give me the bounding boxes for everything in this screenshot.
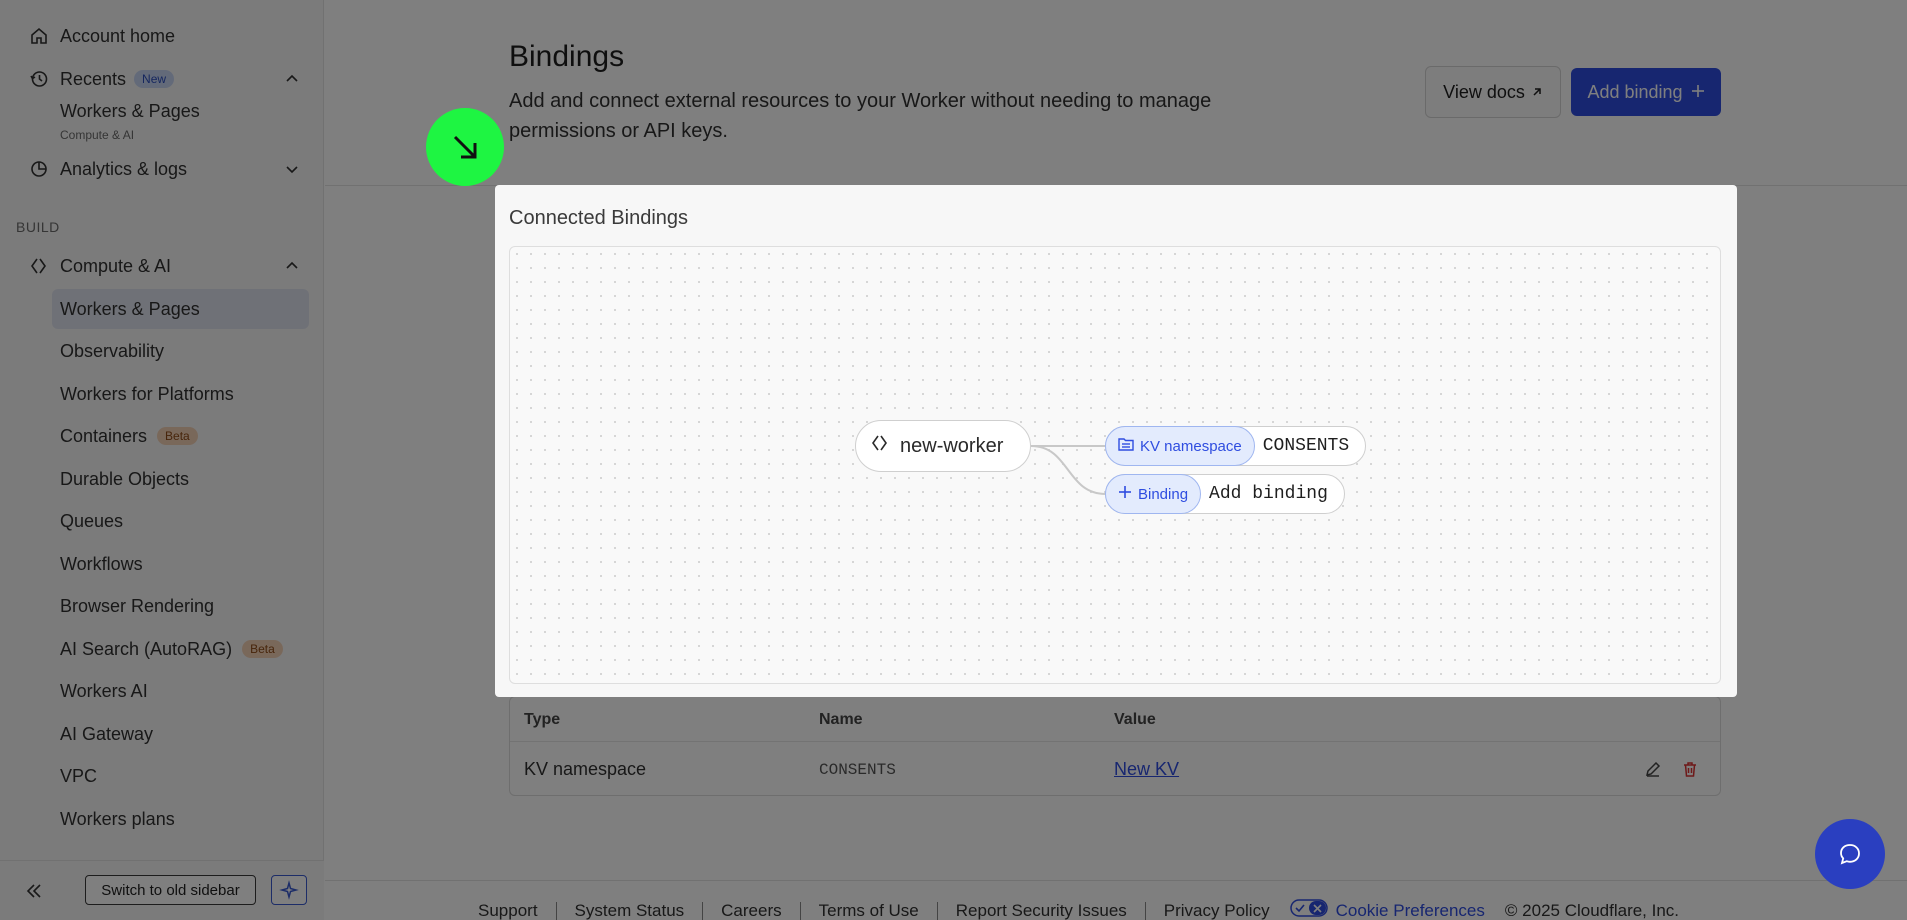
worker-node[interactable]: new-worker — [855, 420, 1031, 472]
binding-node-value: CONSENTS — [1262, 436, 1350, 456]
binding-type-tag: KV namespace — [1105, 426, 1255, 466]
worker-node-label: new-worker — [900, 434, 1004, 457]
folder-icon — [1118, 437, 1134, 455]
binding-type-label: KV namespace — [1140, 437, 1242, 455]
graph-edges — [1030, 444, 1107, 495]
compute-icon — [870, 433, 890, 459]
chat-icon[interactable] — [1815, 819, 1885, 889]
binding-type-label: Binding — [1138, 485, 1189, 503]
bindings-graph-canvas[interactable]: new-worker KV namespace CONSENTS Binding… — [509, 246, 1721, 684]
binding-node-value: Add binding — [1209, 484, 1328, 504]
binding-type-tag: Binding — [1105, 474, 1202, 514]
modal-title: Connected Bindings — [509, 207, 689, 229]
cursor-arrow-icon — [426, 108, 504, 186]
binding-node-add[interactable]: Binding Add binding — [1105, 474, 1345, 514]
plus-icon — [1118, 485, 1132, 503]
binding-node-kv[interactable]: KV namespace CONSENTS — [1105, 426, 1367, 466]
connected-bindings-modal: Connected Bindings new-worker KV namespa… — [495, 185, 1737, 697]
